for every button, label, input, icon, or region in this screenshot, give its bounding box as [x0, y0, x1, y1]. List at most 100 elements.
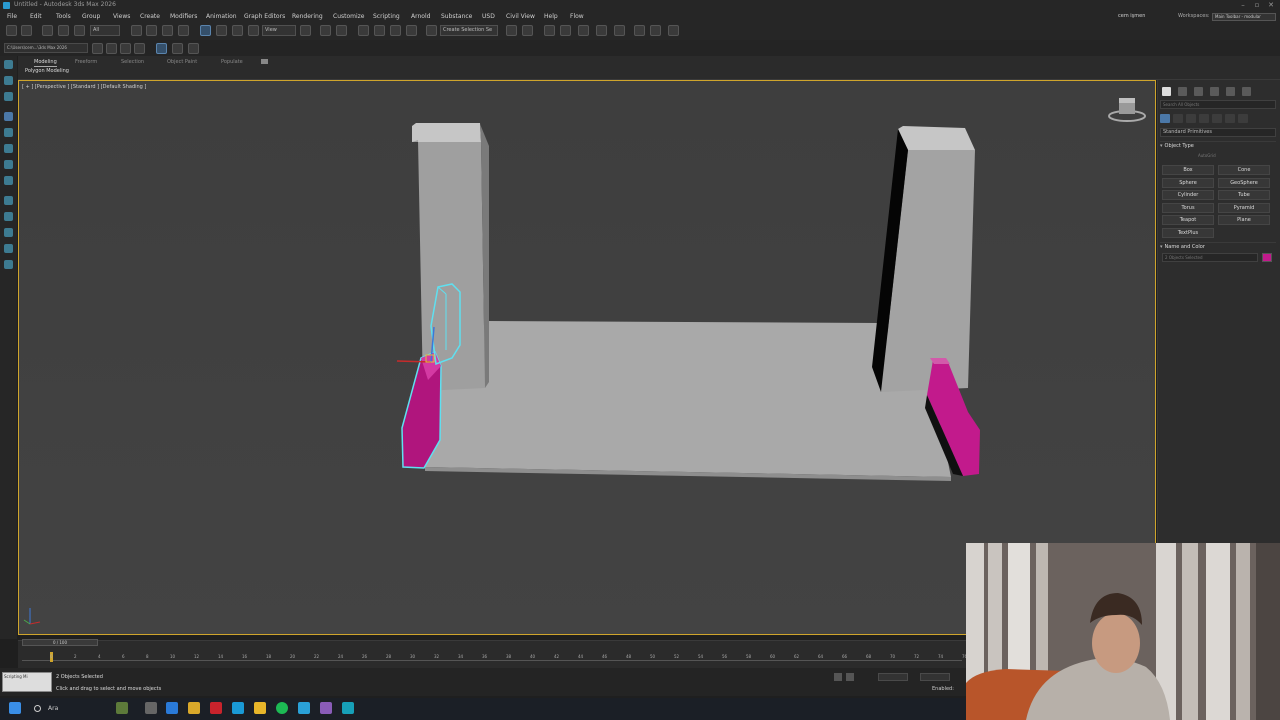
autogrid-checkbox[interactable]: AutoGrid [1198, 153, 1216, 158]
time-slider[interactable]: 0 / 100 [22, 639, 98, 646]
hierarchy-panel-icon[interactable] [1194, 87, 1203, 96]
right-pillar-top [898, 126, 975, 150]
timeline-track[interactable] [22, 660, 962, 661]
timeline-tick-label: 26 [362, 654, 368, 659]
browser-icon[interactable] [232, 702, 244, 714]
geometry-category-select[interactable]: Standard Primitives [1160, 128, 1276, 137]
timeline-tick-label: 52 [674, 654, 680, 659]
rollout-collapse-icon: ▾ [1160, 244, 1163, 250]
timeline-tick-label: 60 [770, 654, 776, 659]
timeline-tick-label: 12 [194, 654, 200, 659]
timeline-tick-label: 72 [914, 654, 920, 659]
timeline-tick-label: 22 [314, 654, 320, 659]
pyramid-button[interactable]: Pyramid [1218, 203, 1270, 213]
timeline-tick-label: 18 [266, 654, 272, 659]
timeline-tick-label: 70 [890, 654, 896, 659]
selection-status: 2 Objects Selected [56, 674, 103, 680]
lights-tab-icon[interactable] [1186, 114, 1196, 123]
rollout-collapse-icon: ▾ [1160, 143, 1163, 149]
helpers-tab-icon[interactable] [1212, 114, 1222, 123]
timeline-tick-label: 24 [338, 654, 344, 659]
timeline-tick-label: 36 [482, 654, 488, 659]
timeline-tick-label: 68 [866, 654, 872, 659]
timeline-tick-label: 8 [146, 654, 149, 659]
floor-slab [425, 321, 951, 477]
spacewarps-tab-icon[interactable] [1225, 114, 1235, 123]
object-type-rollout[interactable]: ▾ Object Type [1160, 141, 1276, 150]
timeline-tick-label: 2 [74, 654, 77, 659]
object-search-input[interactable]: Search All Objects [1160, 100, 1276, 109]
modify-panel-icon[interactable] [1178, 87, 1187, 96]
webcam-feed [966, 543, 1280, 720]
box-button[interactable]: Box [1162, 165, 1214, 175]
timeline-tick-label: 30 [410, 654, 416, 659]
opera-icon[interactable] [210, 702, 222, 714]
timeline [18, 640, 966, 668]
systems-tab-icon[interactable] [1238, 114, 1248, 123]
3dsmax-icon[interactable] [342, 702, 354, 714]
davinci-icon[interactable] [320, 702, 332, 714]
timeline-tick-label: 58 [746, 654, 752, 659]
timeline-tick-label: 62 [794, 654, 800, 659]
geometry-tab-icon[interactable] [1160, 114, 1170, 123]
world-axis-y [23, 619, 31, 625]
display-panel-icon[interactable] [1226, 87, 1235, 96]
edge-icon[interactable] [166, 702, 178, 714]
timeline-tick-label: 66 [842, 654, 848, 659]
timeline-tick-label: 40 [530, 654, 536, 659]
viewcube-top [1119, 98, 1135, 103]
name-and-color-rollout[interactable]: ▾ Name and Color [1160, 242, 1276, 251]
maxscript-listener[interactable]: Scripting Mi [2, 672, 52, 692]
geosphere-button[interactable]: GeoSphere [1218, 178, 1270, 188]
timeline-tick-label: 28 [386, 654, 392, 659]
object-color-swatch[interactable] [1262, 253, 1272, 262]
timeline-tick-label: 6 [122, 654, 125, 659]
enabled-label: Enabled: [932, 686, 954, 692]
lock-selection-icon[interactable] [834, 673, 842, 681]
utilities-panel-icon[interactable] [1242, 87, 1251, 96]
widgets-icon[interactable] [116, 702, 128, 714]
timeline-tick-label: 20 [290, 654, 296, 659]
cone-button[interactable]: Cone [1218, 165, 1270, 175]
timeline-tick-label: 50 [650, 654, 656, 659]
timeline-tick-label: 0 [50, 654, 53, 659]
timeline-tick-label: 34 [458, 654, 464, 659]
cylinder-button[interactable]: Cylinder [1162, 190, 1214, 200]
file-explorer-icon[interactable] [254, 702, 266, 714]
object-type-title: Object Type [1164, 143, 1194, 149]
sphere-button[interactable]: Sphere [1162, 178, 1214, 188]
shapes-tab-icon[interactable] [1173, 114, 1183, 123]
left-pillar-front [412, 140, 485, 391]
create-panel-icon[interactable] [1162, 87, 1171, 96]
plane-button[interactable]: Plane [1218, 215, 1270, 225]
name-and-color-title: Name and Color [1164, 244, 1205, 250]
windows-start-icon[interactable] [9, 702, 21, 714]
object-name-field[interactable]: 2 Objects Selected [1162, 253, 1258, 262]
torus-button[interactable]: Torus [1162, 203, 1214, 213]
timeline-tick-label: 32 [434, 654, 440, 659]
cameras-tab-icon[interactable] [1199, 114, 1209, 123]
timeline-tick-label: 10 [170, 654, 176, 659]
textplus-button[interactable]: TextPlus [1162, 228, 1214, 238]
timeline-tick-label: 42 [554, 654, 560, 659]
left-pillar-top [412, 123, 481, 142]
timeline-tick-label: 16 [242, 654, 248, 659]
tube-button[interactable]: Tube [1218, 190, 1270, 200]
timeline-tick-label: 14 [218, 654, 224, 659]
prompt-line: Click and drag to select and move object… [56, 686, 162, 692]
coord-x-field[interactable] [878, 673, 908, 681]
timeline-tick-label: 48 [626, 654, 632, 659]
task-view-icon[interactable] [145, 702, 157, 714]
spotify-icon[interactable] [276, 702, 288, 714]
timeline-tick-label: 38 [506, 654, 512, 659]
timeline-tick-label: 4 [98, 654, 101, 659]
motion-panel-icon[interactable] [1210, 87, 1219, 96]
maxscript-label: Scripting Mi [4, 674, 28, 679]
chrome-icon[interactable] [188, 702, 200, 714]
telegram-icon[interactable] [298, 702, 310, 714]
absolute-mode-icon[interactable] [846, 673, 854, 681]
coord-y-field[interactable] [920, 673, 950, 681]
timeline-tick-label: 56 [722, 654, 728, 659]
world-axis-x [29, 621, 41, 625]
teapot-button[interactable]: Teapot [1162, 215, 1214, 225]
